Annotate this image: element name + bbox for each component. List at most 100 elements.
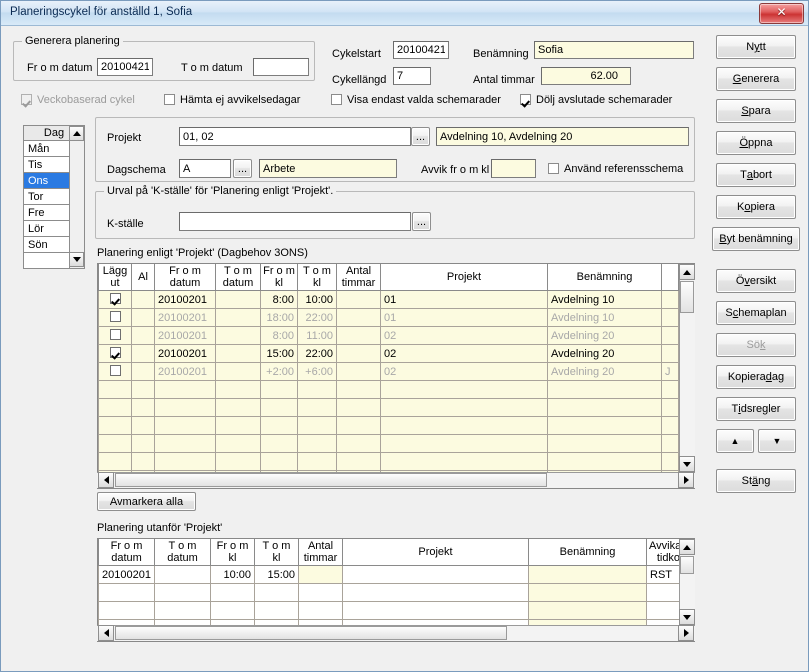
move-down-button[interactable]: ▼ bbox=[758, 429, 796, 453]
cell-lagg-ut[interactable] bbox=[98, 326, 132, 345]
table-row[interactable] bbox=[98, 398, 679, 417]
outside-grid-horizontal-thumb[interactable] bbox=[115, 626, 507, 640]
cell-extra bbox=[661, 290, 679, 309]
table-row[interactable] bbox=[98, 601, 694, 620]
table-row[interactable]: 20100201 15:00 22:00 02 Avdelning 20 bbox=[98, 344, 679, 363]
kstalle-browse-button[interactable]: ... bbox=[412, 212, 431, 231]
main-grid-vertical-thumb[interactable] bbox=[680, 281, 694, 313]
main-grid-scroll-down-button[interactable] bbox=[679, 456, 695, 472]
checkbox-veckobaserad-cykel[interactable]: Veckobaserad cykel bbox=[21, 94, 135, 106]
outside-grid-vertical-thumb[interactable] bbox=[680, 556, 694, 574]
col2-tom-kl[interactable]: T o m kl bbox=[254, 539, 299, 566]
col-from-datum[interactable]: Fr o m datum bbox=[154, 264, 216, 291]
checkbox-icon[interactable] bbox=[109, 329, 121, 340]
checkbox-hamta-ej-avvikelsedagar[interactable]: Hämta ej avvikelsedagar bbox=[164, 94, 300, 106]
deselect-all-button[interactable]: Avmarkera alla bbox=[97, 492, 196, 511]
col2-antal-timmar[interactable]: Antal timmar bbox=[298, 539, 343, 566]
outside-grid-scroll-down-button[interactable] bbox=[679, 609, 695, 625]
checkbox-dolj-avslutade-schemarader[interactable]: Dölj avslutade schemarader bbox=[520, 94, 672, 106]
dagschema-browse-button[interactable]: ... bbox=[233, 159, 252, 178]
generera-button[interactable]: Generera bbox=[716, 67, 796, 91]
main-grid-scroll-up-button[interactable] bbox=[679, 264, 695, 280]
col-antal-timmar[interactable]: Antal timmar bbox=[336, 264, 381, 291]
table-row[interactable] bbox=[98, 452, 679, 471]
dagschema-description-input[interactable] bbox=[259, 159, 397, 178]
move-up-button[interactable]: ▲ bbox=[716, 429, 754, 453]
main-grid-horizontal-thumb[interactable] bbox=[115, 473, 547, 487]
cell-empty bbox=[154, 380, 216, 399]
table-row[interactable]: 20100201 8:00 11:00 02 Avdelning 20 bbox=[98, 326, 679, 345]
avvik-from-kl-input[interactable] bbox=[491, 159, 536, 178]
cycle-length-input[interactable] bbox=[393, 67, 431, 85]
col2-tom-datum[interactable]: T o m datum bbox=[154, 539, 211, 566]
col2-projekt[interactable]: Projekt bbox=[342, 539, 529, 566]
checkbox-anvand-referensschema[interactable]: Använd referensschema bbox=[548, 163, 683, 175]
col-extra[interactable] bbox=[661, 264, 679, 291]
col-tom-kl[interactable]: T o m kl bbox=[297, 264, 337, 291]
main-grid-scroll-right-button[interactable] bbox=[678, 472, 694, 488]
checkbox-icon[interactable] bbox=[109, 365, 121, 376]
col-al[interactable]: Al bbox=[131, 264, 155, 291]
checkbox-visa-endast-valda-schemarader[interactable]: Visa endast valda schemarader bbox=[331, 94, 501, 106]
col-tom-datum[interactable]: T o m datum bbox=[215, 264, 261, 291]
col2-from-kl[interactable]: Fr o m kl bbox=[210, 539, 255, 566]
table-row[interactable]: 20100201 +2:00 +6:00 02 Avdelning 20 J bbox=[98, 362, 679, 381]
table-row[interactable]: 20100201 10:00 15:00 RST bbox=[98, 565, 694, 584]
cell-empty bbox=[154, 434, 216, 453]
day-list-scrollbar[interactable] bbox=[69, 126, 84, 268]
main-grid-scroll-left-button[interactable] bbox=[98, 472, 114, 488]
table-row[interactable] bbox=[99, 489, 679, 490]
col-projekt[interactable]: Projekt bbox=[380, 264, 548, 291]
col-from-kl[interactable]: Fr o m kl bbox=[260, 264, 298, 291]
col2-benamning[interactable]: Benämning bbox=[528, 539, 647, 566]
checkbox-icon[interactable] bbox=[109, 347, 121, 358]
table-row[interactable] bbox=[98, 416, 679, 435]
day-list[interactable]: Dag Mån Tis Ons Tor Fre Lör Sön bbox=[23, 125, 85, 269]
kopiera-dag-button[interactable]: Kopiera d ag bbox=[716, 365, 796, 389]
oversikt-button[interactable]: Öv ersikt bbox=[716, 269, 796, 293]
cell-lagg-ut[interactable] bbox=[98, 290, 132, 309]
table-row[interactable] bbox=[98, 380, 679, 399]
projekt-browse-button[interactable]: ... bbox=[411, 127, 430, 146]
schemaplan-button[interactable]: Sc hemaplan bbox=[716, 301, 796, 325]
main-grid[interactable]: Lägg ut Al Fr o m datum T o m datum Fr o mk… bbox=[97, 263, 695, 489]
close-window-button[interactable]: ✕ bbox=[759, 3, 804, 24]
checkbox-icon[interactable] bbox=[109, 311, 121, 322]
to-date-input[interactable] bbox=[253, 58, 309, 76]
antal-timmar-input[interactable] bbox=[541, 67, 631, 85]
from-date-label: Fr o m datum bbox=[27, 62, 93, 74]
benamning-input[interactable] bbox=[534, 41, 694, 59]
spara-button[interactable]: Spara bbox=[716, 99, 796, 123]
cell-empty bbox=[380, 452, 548, 471]
col2-from-datum[interactable]: Fr o m datum bbox=[98, 539, 155, 566]
cell-lagg-ut[interactable] bbox=[98, 308, 132, 327]
kstalle-input[interactable] bbox=[179, 212, 411, 231]
day-list-scroll-down-button[interactable] bbox=[69, 252, 84, 267]
nytt-button[interactable]: Ny tt bbox=[716, 35, 796, 59]
byt-benamning-button[interactable]: Byt benämning bbox=[712, 227, 800, 251]
cycle-start-input[interactable] bbox=[393, 41, 449, 59]
day-list-scroll-up-button[interactable] bbox=[69, 126, 84, 141]
checkbox-icon[interactable] bbox=[109, 293, 121, 304]
outside-grid-scroll-up-button[interactable] bbox=[679, 539, 695, 555]
cell-lagg-ut[interactable] bbox=[98, 362, 132, 381]
ta-bort-button[interactable]: Ta bort bbox=[716, 163, 796, 187]
from-date-input[interactable] bbox=[97, 58, 153, 76]
cell-lagg-ut[interactable] bbox=[98, 344, 132, 363]
table-row[interactable]: 20100201 8:00 10:00 01 Avdelning 10 bbox=[98, 290, 679, 309]
table-row[interactable] bbox=[98, 434, 679, 453]
table-row[interactable] bbox=[98, 583, 694, 602]
oppna-button[interactable]: Öppna bbox=[716, 131, 796, 155]
table-row[interactable]: 20100201 18:00 22:00 01 Avdelning 10 bbox=[98, 308, 679, 327]
cell-empty bbox=[154, 601, 211, 620]
projekt-description-input[interactable] bbox=[436, 127, 689, 146]
dagschema-input[interactable] bbox=[179, 159, 231, 178]
outside-grid-scroll-right-button[interactable] bbox=[678, 625, 694, 641]
kopiera-button[interactable]: Ko piera bbox=[716, 195, 796, 219]
col-lagg-ut[interactable]: Lägg ut bbox=[98, 264, 132, 291]
outside-grid-scroll-left-button[interactable] bbox=[98, 625, 114, 641]
projekt-input[interactable] bbox=[179, 127, 411, 146]
tidsregler-button[interactable]: Ti dsregler bbox=[716, 397, 796, 421]
stang-button[interactable]: St ä ng bbox=[716, 469, 796, 493]
col-benamning[interactable]: Benämning bbox=[547, 264, 662, 291]
